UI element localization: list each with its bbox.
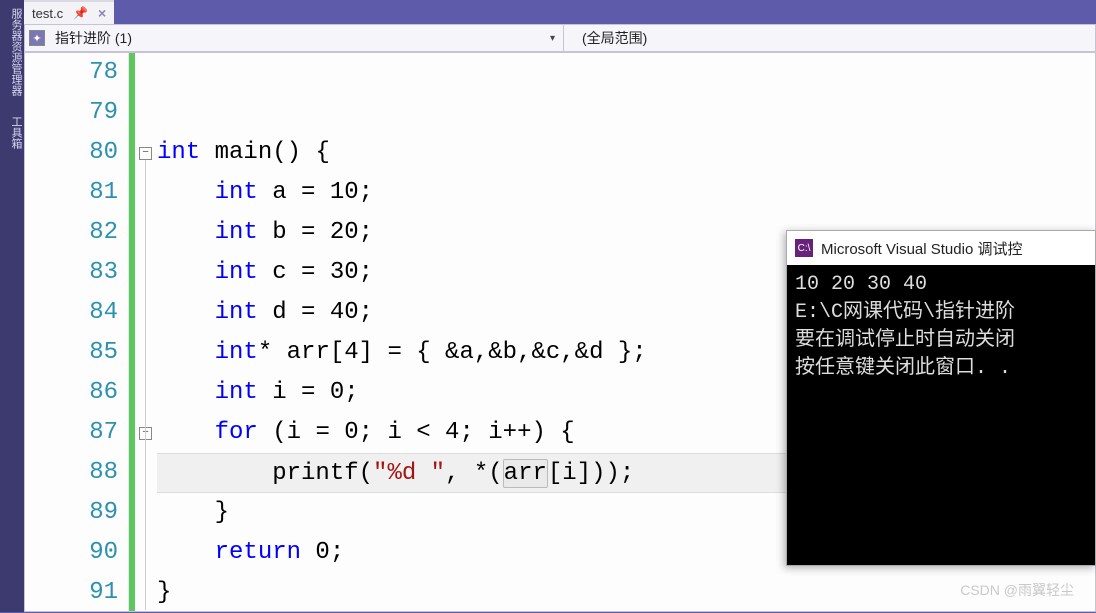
line-number: 81	[25, 173, 118, 213]
line-number-gutter: 7879808182838485868788899091	[25, 53, 129, 611]
fold-minus-icon[interactable]: −	[139, 147, 152, 160]
nav-project-icon[interactable]: ✦	[29, 30, 45, 46]
code-line[interactable]: int a = 10;	[157, 173, 1095, 213]
side-panel: 服务器资源管理器 工具箱	[0, 0, 24, 612]
line-number: 78	[25, 53, 118, 93]
sidebar-item-toolbox[interactable]: 工具箱	[0, 116, 24, 149]
tab-bar: test.c 📌 ×	[24, 0, 114, 24]
line-number: 90	[25, 533, 118, 573]
line-number: 79	[25, 93, 118, 133]
sidebar-item-server-explorer[interactable]: 服务器资源管理器	[0, 8, 24, 96]
pin-icon[interactable]: 📌	[73, 6, 88, 20]
nav-scope-global[interactable]: (全局范围)	[564, 25, 1095, 51]
chevron-down-icon: ▾	[550, 33, 555, 44]
line-number: 86	[25, 373, 118, 413]
line-number: 84	[25, 293, 118, 333]
navigator-bar: ✦ 指针进阶 (1) ▾ (全局范围)	[24, 24, 1096, 52]
console-titlebar[interactable]: C:\ Microsoft Visual Studio 调试控	[787, 231, 1095, 265]
line-number: 91	[25, 573, 118, 613]
console-output: 10 20 30 40 E:\C网课代码\指针进阶 要在调试停止时自动关闭 按任…	[787, 265, 1095, 565]
nav-scope-project[interactable]: 指针进阶 (1) ▾	[49, 25, 564, 51]
line-number: 83	[25, 253, 118, 293]
line-number: 88	[25, 453, 118, 493]
code-line[interactable]: int main() {	[157, 133, 1095, 173]
tab-file[interactable]: test.c 📌 ×	[24, 0, 114, 24]
fold-bar: − −	[129, 53, 153, 611]
line-number: 89	[25, 493, 118, 533]
watermark: CSDN @雨翼轻尘	[960, 580, 1074, 600]
code-line[interactable]	[157, 93, 1095, 133]
vs-icon: C:\	[795, 239, 813, 257]
line-number: 82	[25, 213, 118, 253]
tab-filename: test.c	[32, 6, 63, 21]
code-line[interactable]: }	[157, 573, 1095, 613]
line-number: 87	[25, 413, 118, 453]
console-window[interactable]: C:\ Microsoft Visual Studio 调试控 10 20 30…	[786, 230, 1096, 566]
code-line[interactable]	[157, 53, 1095, 93]
line-number: 80	[25, 133, 118, 173]
close-icon[interactable]: ×	[98, 5, 106, 21]
console-title-text: Microsoft Visual Studio 调试控	[821, 238, 1022, 259]
line-number: 85	[25, 333, 118, 373]
